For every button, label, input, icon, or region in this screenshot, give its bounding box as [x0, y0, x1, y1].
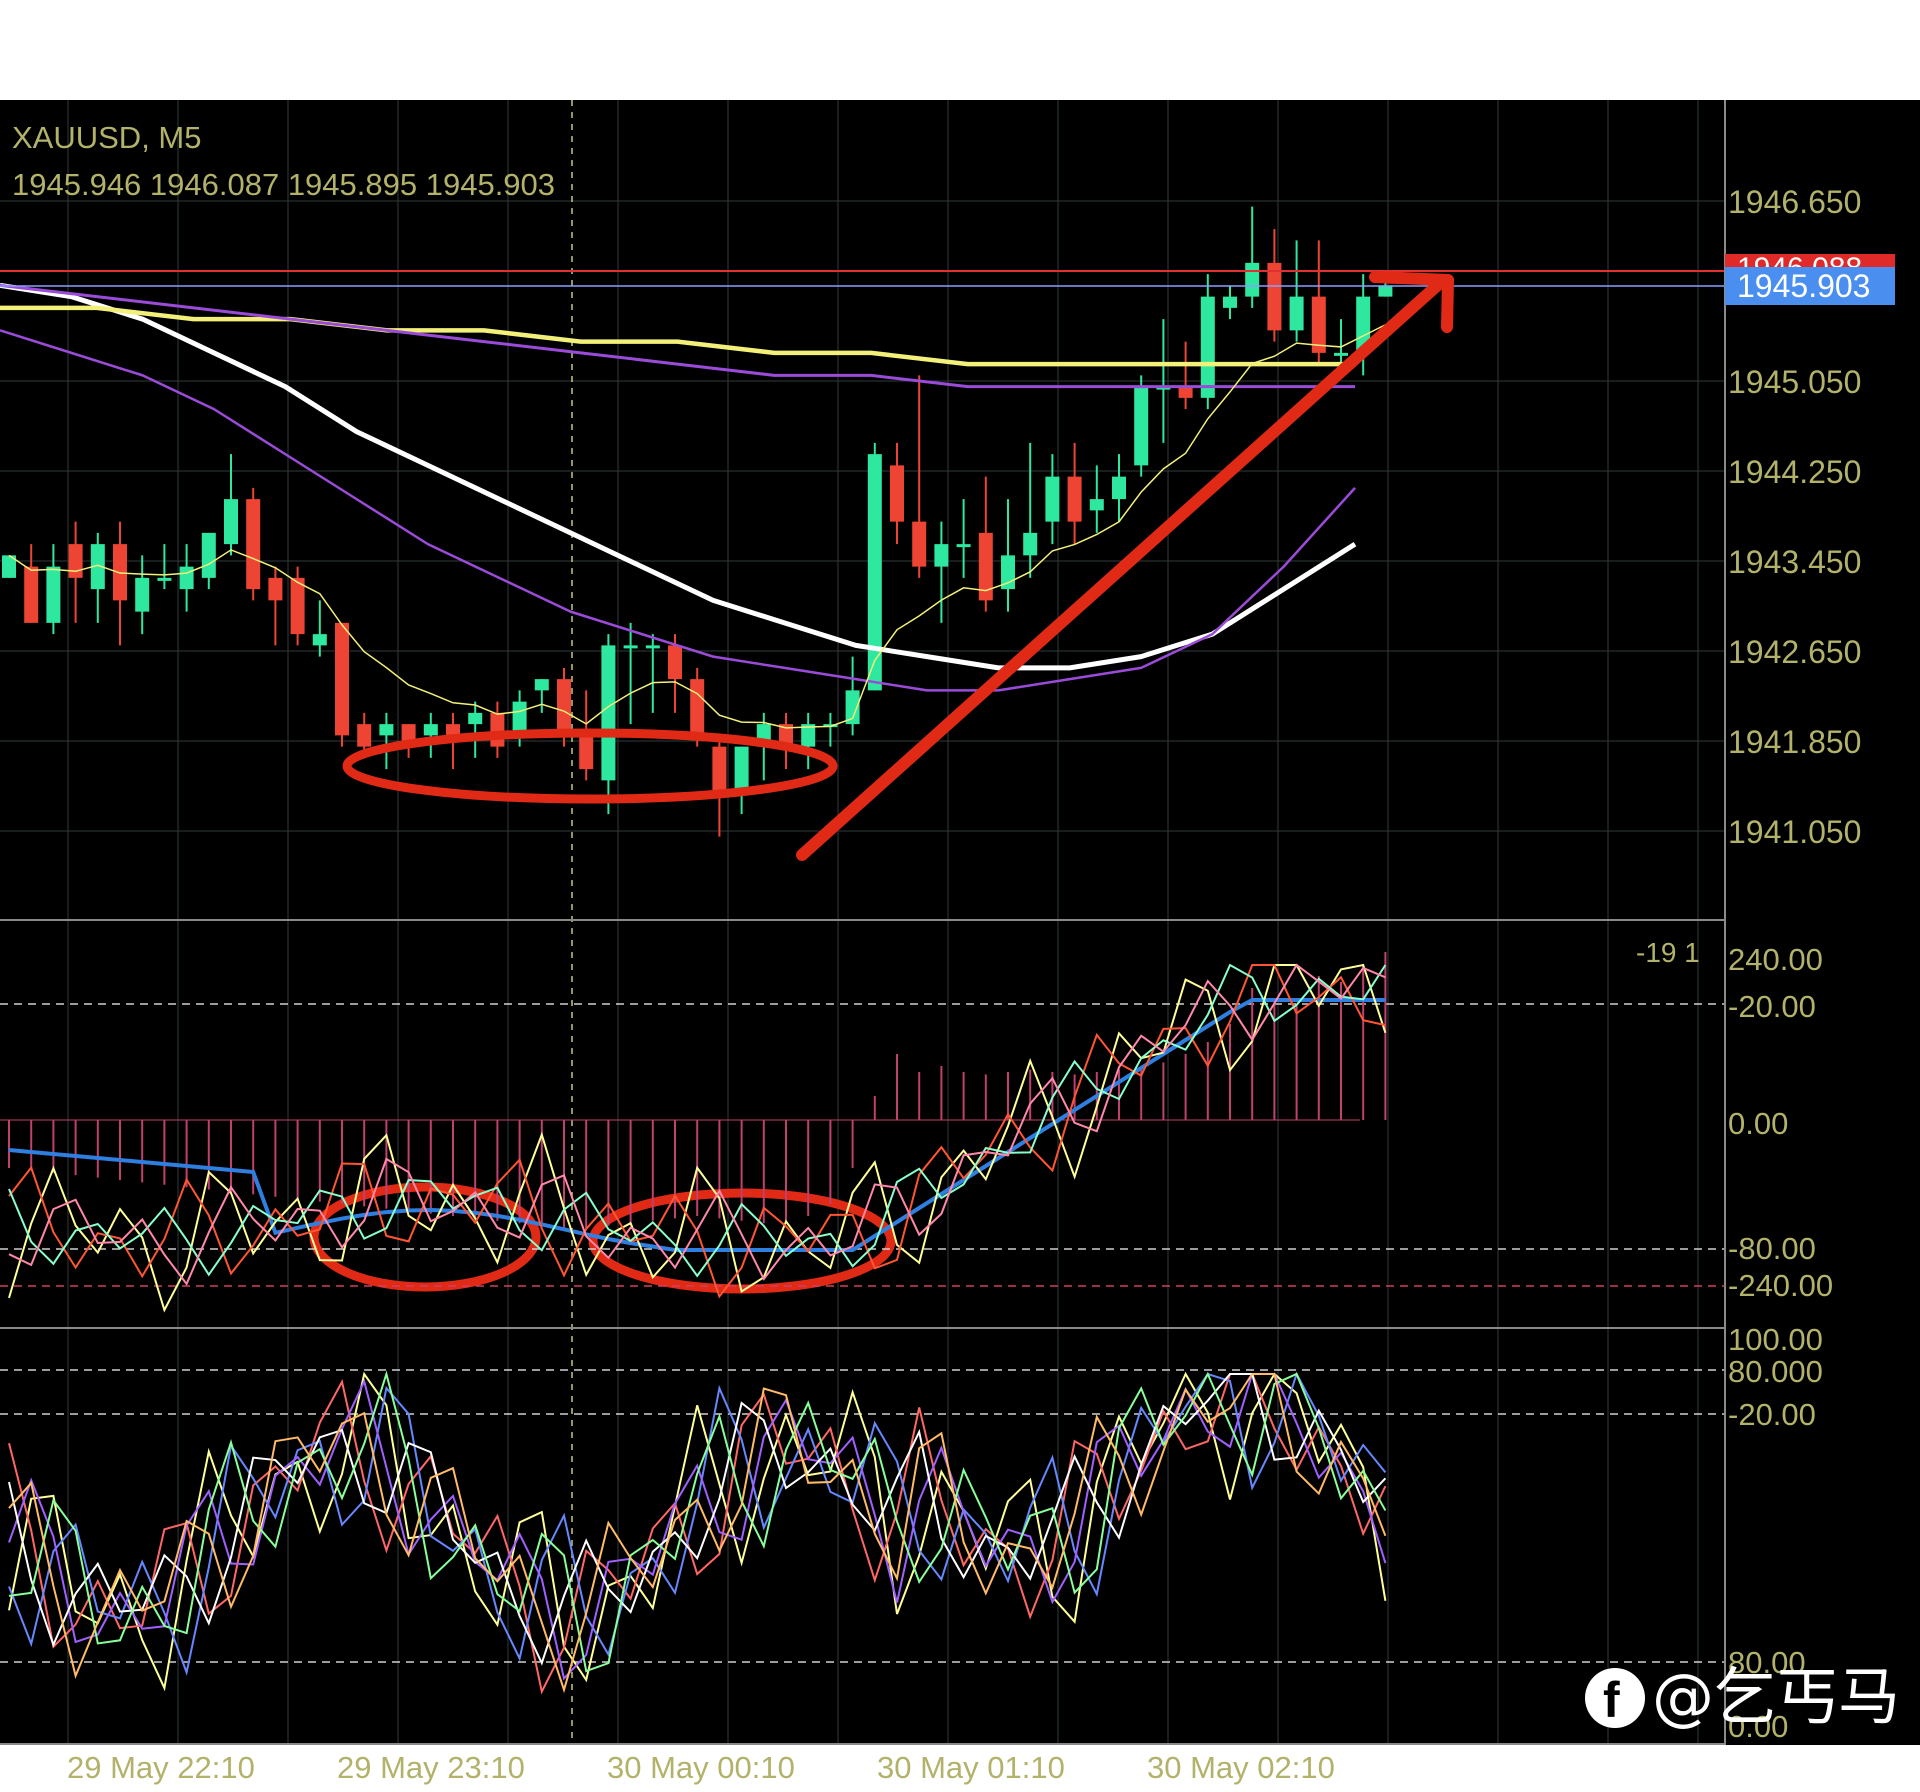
osc1-tick: -240.00: [1728, 1268, 1833, 1303]
osc2-tick: -20.00: [1728, 1397, 1816, 1432]
candle-body: [24, 566, 39, 623]
candle-body: [224, 499, 238, 545]
candle-body: [579, 735, 594, 770]
bid-price-tag: 1945.903: [1725, 267, 1895, 305]
candle-body: [135, 577, 150, 612]
time-label: 29 May 22:10: [67, 1750, 255, 1785]
svg-text:1945.903: 1945.903: [1737, 268, 1870, 304]
candle-body: [1378, 285, 1393, 297]
osc1-tick: -20.00: [1728, 989, 1816, 1024]
candle-body: [912, 521, 927, 567]
ohlc-readout: 1945.946 1946.087 1945.895 1945.903: [12, 167, 555, 202]
candle-body: [423, 724, 438, 736]
candle-body: [690, 679, 705, 736]
osc2-tick: 80.000: [1728, 1354, 1823, 1389]
candle-body: [201, 532, 216, 578]
price-tick: 1946.650: [1728, 184, 1861, 220]
candle-body: [1178, 386, 1193, 398]
candle-body: [1334, 352, 1348, 356]
time-label: 30 May 01:10: [877, 1750, 1065, 1785]
price-tick: 1941.050: [1728, 814, 1861, 850]
candle-body: [246, 499, 261, 590]
time-label: 30 May 02:10: [1147, 1750, 1335, 1785]
candle-body: [46, 566, 61, 623]
candle-body: [357, 724, 372, 747]
time-label: 30 May 00:10: [607, 1750, 795, 1785]
candle-body: [890, 465, 904, 522]
symbol-title: XAUUSD, M5: [12, 120, 201, 155]
time-label: 29 May 23:10: [337, 1750, 525, 1785]
svg-text:f: f: [1603, 1672, 1620, 1728]
candle-body: [956, 544, 971, 548]
candle-body: [1089, 499, 1104, 511]
candle-body: [1289, 296, 1304, 331]
trading-chart[interactable]: XAUUSD, M5 1945.946 1946.087 1945.895 19…: [0, 0, 1920, 1792]
svg-text:@乞丐马: @乞丐马: [1652, 1660, 1900, 1733]
candle-body: [468, 712, 483, 725]
osc1-tick: 240.00: [1728, 942, 1823, 977]
price-tick: 1942.650: [1728, 634, 1861, 670]
price-tick: 1945.050: [1728, 364, 1861, 400]
candle-body: [157, 577, 172, 581]
candle-body: [734, 746, 749, 792]
candle-body: [601, 645, 616, 781]
top-white-bar: [0, 0, 1920, 100]
osc2-tick: 100.00: [1728, 1322, 1823, 1357]
candle-body: [668, 645, 682, 680]
candle-body: [1134, 386, 1149, 466]
osc1-tick: -80.00: [1728, 1231, 1816, 1266]
price-tick: 1943.450: [1728, 544, 1861, 580]
candle-body: [934, 544, 949, 567]
candle-body: [312, 634, 327, 646]
candle-body: [290, 577, 305, 635]
candle-body: [1067, 476, 1082, 522]
candle-body: [446, 724, 460, 736]
candle-body: [645, 645, 660, 649]
candle-body: [1045, 476, 1060, 522]
candle-body: [179, 566, 194, 590]
candle-body: [557, 679, 571, 736]
osc1-tick: 0.00: [1728, 1106, 1788, 1141]
candle-body: [1267, 262, 1282, 331]
candle-body: [68, 544, 83, 578]
candle-body: [379, 724, 394, 736]
candle-body: [867, 454, 882, 691]
candle-body: [534, 679, 549, 691]
candle-body: [490, 712, 505, 747]
candle-body: [1200, 296, 1215, 398]
candle-body: [1223, 296, 1237, 308]
candle-body: [712, 746, 727, 792]
candle-body: [268, 577, 283, 601]
price-tick: 1944.250: [1728, 454, 1861, 490]
candle-body: [335, 622, 349, 736]
facebook-icon: f: [1585, 1668, 1645, 1728]
osc1-corner-text: -19 1: [1636, 937, 1700, 968]
candle-body: [1245, 262, 1260, 297]
price-tick: 1941.850: [1728, 724, 1861, 760]
candle-body: [1023, 532, 1038, 556]
candle-body: [623, 645, 638, 649]
candle-body: [1112, 476, 1126, 500]
